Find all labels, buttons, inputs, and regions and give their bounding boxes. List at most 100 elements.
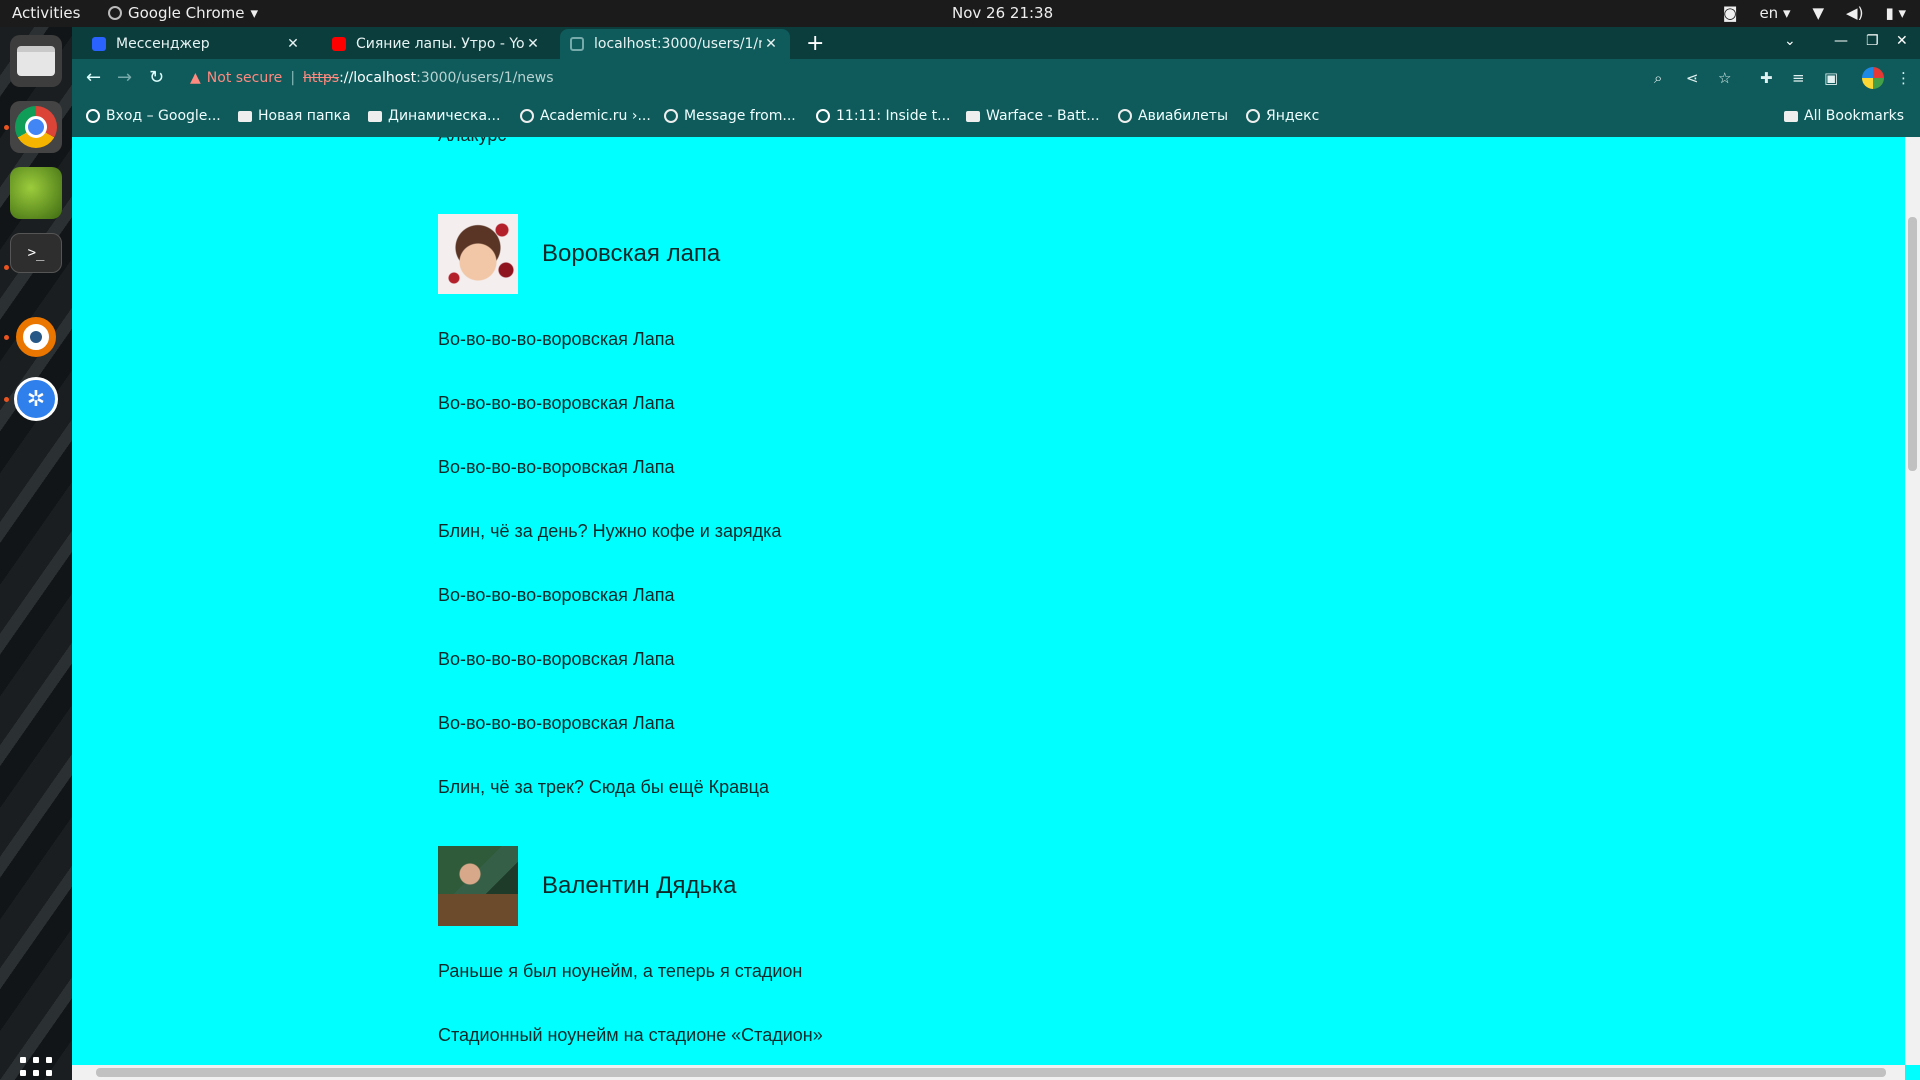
app-menu-label: Google Chrome xyxy=(128,4,245,22)
running-indicator xyxy=(4,335,9,340)
security-indicator[interactable]: Not secure xyxy=(207,70,283,86)
vertical-scrollbar[interactable] xyxy=(1905,137,1920,1065)
post-text: Стадионный ноунейм на стадионе «Стадион» xyxy=(438,1025,823,1045)
tab-youtube[interactable]: Сияние лапы. Утро - You ✕ xyxy=(322,29,552,59)
post-text: Во-во-во-во-воровская Лапа xyxy=(438,393,675,413)
post-text: Во-во-во-во-воровская Лапа xyxy=(438,329,675,349)
forward-icon[interactable]: → xyxy=(117,67,132,88)
all-bookmarks[interactable]: All Bookmarks xyxy=(1784,108,1904,124)
messenger-icon xyxy=(92,37,106,51)
close-icon[interactable]: ✕ xyxy=(524,36,542,52)
back-icon[interactable]: ← xyxy=(86,67,101,88)
page-icon xyxy=(368,110,382,122)
files-icon[interactable] xyxy=(10,35,62,87)
running-indicator xyxy=(4,125,9,130)
post-text: Раньше я был ноунейм, а теперь я стадион xyxy=(438,961,803,981)
discord-icon[interactable]: ◙ xyxy=(1723,4,1738,22)
share-icon[interactable]: ⋖ xyxy=(1686,69,1699,87)
bookmark-item[interactable]: 11:11: Inside t... xyxy=(816,108,951,124)
post-header: Воровская лапа xyxy=(438,214,720,294)
vscodium-icon[interactable]: ✲ xyxy=(10,373,62,425)
bookmark-star-icon[interactable]: ☆ xyxy=(1718,69,1731,87)
scrollbar-thumb[interactable] xyxy=(1908,217,1917,471)
browser-window: Мессенджер ✕ Сияние лапы. Утро - You ✕ l… xyxy=(72,27,1920,1080)
folder-icon xyxy=(1784,110,1798,122)
chrome-icon xyxy=(108,6,122,20)
close-window-button[interactable]: ✕ xyxy=(1896,33,1908,49)
chevron-down-icon: ▾ xyxy=(250,4,259,22)
tab-messenger[interactable]: Мессенджер ✕ xyxy=(82,29,312,59)
image-viewer-icon[interactable] xyxy=(10,167,62,219)
globe-icon xyxy=(1118,109,1132,123)
post-text: Во-во-во-во-воровская Лапа xyxy=(438,457,675,477)
reload-icon[interactable]: ↻ xyxy=(149,67,164,88)
close-icon[interactable]: ✕ xyxy=(762,36,780,52)
blender-icon[interactable] xyxy=(10,311,62,363)
scrollbar-thumb[interactable] xyxy=(96,1068,1886,1077)
author-name[interactable]: Воровская лапа xyxy=(542,240,720,268)
bookmarks-bar: Вход – Google... Новая папка Динамическа… xyxy=(72,97,1920,137)
post-text: Блин, чё за день? Нужно кофе и зарядка xyxy=(438,521,782,541)
youtube-icon xyxy=(332,37,346,51)
tab-title: localhost:3000/users/1/n xyxy=(594,36,762,52)
terminal-icon[interactable]: >_ xyxy=(10,233,62,273)
language-indicator[interactable]: en ▾ xyxy=(1759,4,1790,22)
news-feed: Алакурс Воровская лапа Во-во-во-во-воров… xyxy=(72,137,1905,1065)
post-text: Во-во-во-во-воровская Лапа xyxy=(438,713,675,733)
globe-icon xyxy=(520,109,534,123)
globe-icon xyxy=(1246,109,1260,123)
bookmark-item[interactable]: Message from... xyxy=(664,108,796,124)
bookmark-item[interactable]: Вход – Google... xyxy=(86,108,221,124)
address-bar[interactable]: ▲ Not secure | https ://localhost :3000/… xyxy=(182,63,1664,93)
system-top-bar: Activities Google Chrome ▾ Nov 26 21:38 … xyxy=(0,0,1920,27)
minimize-button[interactable]: — xyxy=(1834,33,1848,49)
horizontal-scrollbar[interactable] xyxy=(72,1065,1905,1080)
tab-localhost[interactable]: localhost:3000/users/1/n ✕ xyxy=(560,29,790,59)
menu-icon[interactable]: ⋮ xyxy=(1896,69,1911,87)
bookmark-item[interactable]: Авиабилеты xyxy=(1118,108,1228,124)
bookmark-item[interactable]: Яндекс xyxy=(1246,108,1319,124)
profile-avatar[interactable] xyxy=(1862,67,1884,89)
post-text: Во-во-во-во-воровская Лапа xyxy=(438,585,675,605)
post-text: Блин, чё за трек? Сюда бы ещё Кравца xyxy=(438,777,770,797)
avatar[interactable] xyxy=(438,214,518,294)
battery-icon[interactable]: ▮ ▾ xyxy=(1885,4,1906,22)
tab-title: Мессенджер xyxy=(116,36,210,52)
show-applications-icon[interactable] xyxy=(20,1057,52,1080)
bookmark-item[interactable]: Новая папка xyxy=(238,108,351,124)
new-tab-button[interactable]: + xyxy=(806,31,824,56)
volume-icon[interactable]: ◀) xyxy=(1846,4,1863,22)
clipped-text: Алакурс xyxy=(438,137,506,146)
bookmark-item[interactable]: Academic.ru ›... xyxy=(520,108,651,124)
restore-button[interactable]: ❐ xyxy=(1866,33,1879,49)
post-header: Валентин Дядька xyxy=(438,846,736,926)
warning-icon[interactable]: ▲ xyxy=(190,70,201,86)
url-path: :3000/users/1/news xyxy=(416,70,554,86)
close-icon[interactable]: ✕ xyxy=(284,36,302,52)
extensions-icon[interactable]: ✚ xyxy=(1760,69,1773,87)
activities-button[interactable]: Activities xyxy=(12,4,80,22)
separator: | xyxy=(290,70,296,86)
reading-list-icon[interactable]: ≡ xyxy=(1792,69,1805,87)
chrome-icon[interactable] xyxy=(10,101,62,153)
wifi-icon[interactable]: ▼ xyxy=(1813,4,1825,22)
zoom-icon[interactable]: ⌕ xyxy=(1654,69,1662,87)
bookmark-item[interactable]: Warface - Batt... xyxy=(966,108,1100,124)
app-menu[interactable]: Google Chrome ▾ xyxy=(108,4,258,22)
tab-search-icon[interactable]: ⌄ xyxy=(1784,33,1796,49)
url-scheme: https xyxy=(303,70,340,86)
url-host: ://localhost xyxy=(339,70,417,86)
avatar[interactable] xyxy=(438,846,518,926)
running-indicator xyxy=(4,397,9,402)
folder-icon xyxy=(238,110,252,122)
google-icon xyxy=(86,109,100,123)
clock[interactable]: Nov 26 21:38 xyxy=(952,4,1053,22)
tab-title: Сияние лапы. Утро - You xyxy=(356,36,524,52)
bookmark-item[interactable]: Динамическа... xyxy=(368,108,500,124)
author-name[interactable]: Валентин Дядька xyxy=(542,872,736,900)
system-tray[interactable]: ◙ en ▾ ▼ ◀) ▮ ▾ xyxy=(1723,4,1906,22)
globe-icon xyxy=(570,37,584,51)
tab-strip: Мессенджер ✕ Сияние лапы. Утро - You ✕ l… xyxy=(72,27,1920,59)
side-panel-icon[interactable]: ▣ xyxy=(1824,69,1838,87)
dock: >_ ✲ xyxy=(0,27,72,1080)
